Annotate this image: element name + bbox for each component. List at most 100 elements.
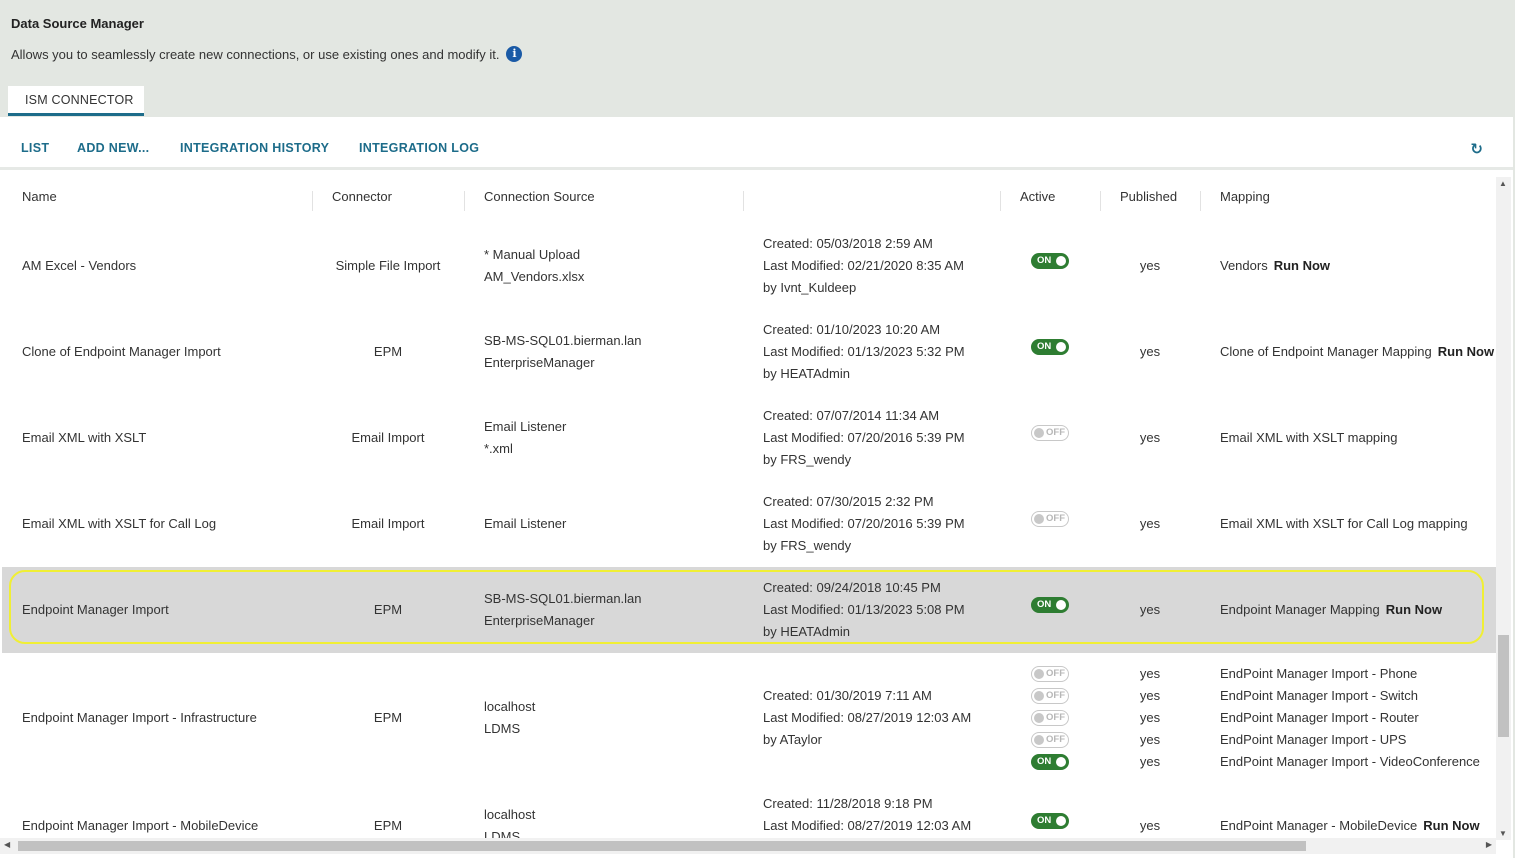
column-header-active[interactable]: Active: [1020, 189, 1055, 204]
details-line: Last Modified: 02/21/2020 8:35 AM: [763, 258, 964, 273]
vertical-scroll-thumb[interactable]: [1498, 635, 1509, 737]
row-connection-source: Email Listener: [484, 513, 566, 535]
row-name[interactable]: Endpoint Manager Import - MobileDevice: [22, 815, 258, 837]
column-header-connector[interactable]: Connector: [332, 189, 392, 204]
run-now-button[interactable]: Run Now: [1386, 602, 1442, 617]
add-new-link[interactable]: ADD NEW...: [77, 141, 149, 155]
row-name-text[interactable]: Endpoint Manager Import: [22, 599, 169, 621]
details-line: by HEATAdmin: [763, 366, 850, 381]
row-name-text[interactable]: Endpoint Manager Import - MobileDevice: [22, 815, 258, 837]
active-toggle-off[interactable]: OFF: [1031, 710, 1069, 726]
row-name-text[interactable]: Clone of Endpoint Manager Import: [22, 341, 221, 363]
details-line: Created: 09/24/2018 10:45 PM: [763, 580, 941, 595]
row-name[interactable]: Email XML with XSLT: [22, 427, 146, 449]
row-name[interactable]: Endpoint Manager Import - Infrastructure: [22, 707, 257, 729]
row-details: Created: 05/03/2018 2:59 AM Last Modified…: [763, 233, 964, 299]
refresh-icon[interactable]: ↻: [1470, 140, 1483, 158]
row-name[interactable]: Clone of Endpoint Manager Import: [22, 341, 221, 363]
row-name-text[interactable]: Endpoint Manager Import - Infrastructure: [22, 707, 257, 729]
active-toggle-on[interactable]: ON: [1031, 813, 1069, 829]
published-text: yes: [1139, 344, 1161, 359]
row-name-text[interactable]: Email XML with XSLT for Call Log: [22, 513, 216, 535]
mapping-name[interactable]: Vendors: [1220, 258, 1268, 273]
column-header-connection-source[interactable]: Connection Source: [484, 189, 595, 204]
integration-log-link[interactable]: INTEGRATION LOG: [359, 141, 479, 155]
row-published: yes: [1100, 427, 1200, 449]
row-name[interactable]: Endpoint Manager Import: [22, 599, 169, 621]
vertical-scrollbar[interactable]: ▲ ▼: [1496, 177, 1511, 840]
row-name-text[interactable]: Email XML with XSLT: [22, 427, 146, 449]
mapping-name[interactable]: Endpoint Manager Mapping: [1220, 602, 1380, 617]
column-header-name[interactable]: Name: [22, 189, 57, 204]
row-name[interactable]: Email XML with XSLT for Call Log: [22, 513, 216, 535]
details-line: Last Modified: 07/20/2016 5:39 PM: [763, 430, 965, 445]
mapping-name[interactable]: Email XML with XSLT mapping: [1220, 430, 1398, 445]
tab-ism-connector[interactable]: ISM CONNECTOR: [8, 86, 144, 116]
scroll-right-icon[interactable]: ▶: [1486, 840, 1492, 849]
table-row[interactable]: Email XML with XSLT Email Import Email Lis…: [2, 395, 1496, 481]
row-connection-source: localhost LDMS: [484, 804, 535, 840]
mapping-name[interactable]: EndPoint Manager Import - Router: [1220, 710, 1419, 725]
table-row[interactable]: Endpoint Manager Import - Infrastructure…: [2, 653, 1496, 783]
toggle-knob: [1056, 256, 1066, 266]
active-toggle-on[interactable]: ON: [1031, 253, 1069, 269]
row-name[interactable]: AM Excel - Vendors: [22, 255, 136, 277]
mapping-name[interactable]: EndPoint Manager - MobileDevice: [1220, 818, 1417, 833]
details-line: Last Modified: 08/27/2019 12:03 AM: [763, 710, 972, 725]
table-row[interactable]: Endpoint Manager Import EPM SB-MS-SQL01.bi…: [2, 567, 1496, 653]
scroll-down-icon[interactable]: ▼: [1499, 829, 1507, 838]
toggle-knob: [1056, 342, 1066, 352]
details-line: Created: 07/30/2015 2:32 PM: [763, 494, 934, 509]
row-connector: EPM: [312, 599, 464, 621]
table-row[interactable]: AM Excel - Vendors Simple File Import * Ma…: [2, 223, 1496, 309]
list-link[interactable]: LIST: [21, 141, 49, 155]
row-published: yes: [1100, 685, 1200, 707]
row-published: yes: [1100, 513, 1200, 535]
row-details: Created: 11/28/2018 9:18 PM Last Modified…: [763, 793, 971, 840]
row-mapping: Clone of Endpoint Manager Mapping Run Now: [1220, 341, 1494, 363]
details-line: Last Modified: 07/20/2016 5:39 PM: [763, 516, 965, 531]
mapping-name[interactable]: EndPoint Manager Import - UPS: [1220, 732, 1406, 747]
row-details: Created: 01/30/2019 7:11 AM Last Modified…: [763, 685, 971, 751]
table-row[interactable]: Clone of Endpoint Manager Import EPM SB-MS…: [2, 309, 1496, 395]
toggle-label: OFF: [1046, 734, 1065, 745]
active-toggle-off[interactable]: OFF: [1031, 666, 1069, 682]
active-toggle-on[interactable]: ON: [1031, 754, 1069, 770]
table-row[interactable]: Endpoint Manager Import - MobileDevice EP…: [2, 783, 1496, 840]
toggle-knob: [1056, 600, 1066, 610]
scroll-up-icon[interactable]: ▲: [1499, 179, 1507, 188]
row-name-text[interactable]: AM Excel - Vendors: [22, 255, 136, 277]
active-toggle-off[interactable]: OFF: [1031, 688, 1069, 704]
active-toggle-on[interactable]: ON: [1031, 597, 1069, 613]
integration-history-link[interactable]: INTEGRATION HISTORY: [180, 141, 329, 155]
row-published: yes: [1100, 707, 1200, 729]
scroll-left-icon[interactable]: ◀: [4, 840, 10, 849]
active-toggle-on[interactable]: ON: [1031, 339, 1069, 355]
mapping-name[interactable]: EndPoint Manager Import - VideoConferenc…: [1220, 754, 1480, 769]
column-divider: [743, 191, 744, 211]
details-line: Created: 07/07/2014 11:34 AM: [763, 408, 940, 423]
horizontal-scroll-thumb[interactable]: [18, 841, 1306, 851]
active-toggle-off[interactable]: OFF: [1031, 511, 1069, 527]
details-line: Created: 05/03/2018 2:59 AM: [763, 236, 933, 251]
mapping-name[interactable]: EndPoint Manager Import - Phone: [1220, 666, 1417, 681]
mapping-name[interactable]: Clone of Endpoint Manager Mapping: [1220, 344, 1432, 359]
connection-source-line: LDMS: [484, 721, 521, 736]
column-header-mapping[interactable]: Mapping: [1220, 189, 1270, 204]
active-toggle-off[interactable]: OFF: [1031, 732, 1069, 748]
table-row[interactable]: Email XML with XSLT for Call Log Email Im…: [2, 481, 1496, 567]
horizontal-scrollbar[interactable]: ◀ ▶: [0, 838, 1496, 854]
row-connector-text: Simple File Import: [335, 258, 441, 273]
mapping-name[interactable]: EndPoint Manager Import - Switch: [1220, 688, 1418, 703]
run-now-button[interactable]: Run Now: [1423, 818, 1479, 833]
active-toggle-off[interactable]: OFF: [1031, 425, 1069, 441]
toggle-label: OFF: [1046, 712, 1065, 723]
row-published: yes: [1100, 663, 1200, 685]
column-header-published[interactable]: Published: [1120, 189, 1177, 204]
mapping-name[interactable]: Email XML with XSLT for Call Log mapping: [1220, 516, 1468, 531]
run-now-button[interactable]: Run Now: [1438, 344, 1494, 359]
run-now-button[interactable]: Run Now: [1274, 258, 1330, 273]
info-icon[interactable]: i: [506, 46, 523, 62]
row-details: Created: 09/24/2018 10:45 PM Last Modifie…: [763, 577, 965, 643]
published-text: yes: [1139, 430, 1161, 445]
